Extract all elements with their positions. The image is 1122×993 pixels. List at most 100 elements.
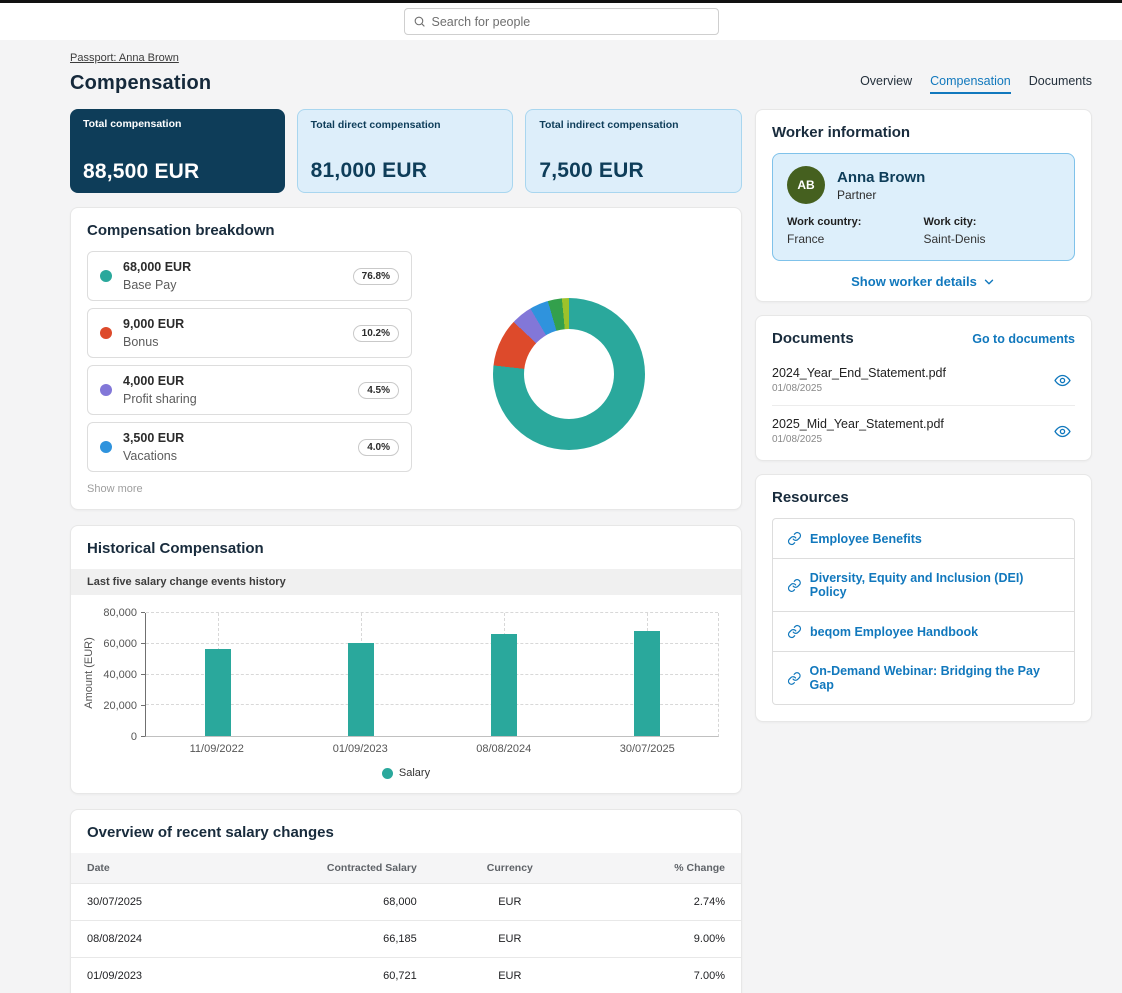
resource-label: beqom Employee Handbook [810,624,979,639]
cell-date: 30/07/2025 [71,883,232,921]
base-pay-dot-icon [100,270,112,282]
table-header-row: Date Contracted Salary Currency % Change [71,853,741,884]
link-icon [787,578,801,592]
documents-card: Documents Go to documents 2024_Year_End_… [755,315,1092,461]
work-city-label: Work city: [923,216,977,228]
chart-y-axis: 0 20,000 40,000 60,000 80,000 [97,607,145,743]
table-row: 01/09/2023 60,721 EUR 7.00% [71,957,741,993]
y-axis-title: Amount (EUR) [83,637,95,709]
app-header [0,3,1122,40]
bonus-dot-icon [100,327,112,339]
document-name: 2024_Year_End_Statement.pdf [772,366,946,380]
tab-overview[interactable]: Overview [860,74,912,94]
legend-item-bonus: 9,000 EUR Bonus 10.2% [87,308,412,358]
worker-info-title: Worker information [772,124,911,141]
work-country-value: France [787,232,825,246]
search-icon [414,16,425,27]
chart-legend: Salary [71,767,741,779]
salary-changes-title: Overview of recent salary changes [87,824,334,841]
cell-change: 2.74% [586,883,741,921]
worker-name: Anna Brown [837,169,926,187]
resources-card: Resources Employee Benefits Diversity, E… [755,474,1092,722]
resource-link-employee-handbook[interactable]: beqom Employee Handbook [773,612,1074,652]
x-tick-label: 08/08/2024 [476,743,532,755]
chart-plot [145,612,719,737]
resource-link-dei-policy[interactable]: Diversity, Equity and Inclusion (DEI) Po… [773,559,1074,612]
tab-compensation[interactable]: Compensation [930,74,1011,94]
cell-change: 7.00% [586,957,741,993]
y-tick-label: 60,000 [103,638,137,650]
col-currency: Currency [486,862,533,874]
document-row: 2025_Mid_Year_Statement.pdf 01/08/2025 [772,406,1075,456]
salary-bar [633,631,660,736]
document-date: 01/08/2025 [772,434,823,445]
page-title: Compensation [70,72,212,94]
search-box[interactable] [403,8,719,35]
legend-amount: 4,000 EUR [123,374,185,388]
stat-label: Total direct compensation [310,119,441,131]
link-icon [787,624,802,639]
resource-label: Employee Benefits [810,531,922,546]
salary-changes-card: Overview of recent salary changes Date C… [70,809,742,993]
stat-value: 7,500 EUR [539,159,644,182]
cell-change: 9.00% [586,920,741,958]
historical-compensation-card: Historical Compensation Last five salary… [70,525,742,794]
salary-bar [490,634,517,736]
view-document-eye-icon[interactable] [1054,423,1075,440]
stat-value: 81,000 EUR [310,159,428,182]
legend-label: Profit sharing [123,392,197,406]
cell-salary: 68,000 [231,883,433,921]
breakdown-title: Compensation breakdown [87,222,275,239]
percent-badge: 4.5% [358,381,399,399]
cell-currency: EUR [432,883,587,921]
salary-bar [347,642,374,736]
view-document-eye-icon[interactable] [1054,372,1075,389]
tab-bar: Overview Compensation Documents [860,74,1092,94]
resource-link-employee-benefits[interactable]: Employee Benefits [773,519,1074,559]
cell-currency: EUR [432,920,587,958]
resource-link-webinar-pay-gap[interactable]: On-Demand Webinar: Bridging the Pay Gap [773,652,1074,704]
total-indirect-compensation-card: Total indirect compensation 7,500 EUR [525,109,743,193]
chevron-down-icon [984,279,994,284]
col-date: Date [87,862,110,874]
legend-label: Bonus [123,335,159,349]
history-title: Historical Compensation [87,540,264,557]
percent-badge: 4.0% [358,438,399,456]
legend-amount: 9,000 EUR [123,317,185,331]
tab-documents[interactable]: Documents [1029,74,1092,94]
stat-label: Total compensation [83,118,182,130]
col-contracted-salary: Contracted Salary [326,862,417,874]
work-city-value: Saint-Denis [923,232,986,246]
breakdown-legend: 68,000 EUR Base Pay 76.8% 9,000 EUR Bonus … [87,251,412,497]
breadcrumb[interactable]: Passport: Anna Brown [70,52,179,64]
legend-item-base-pay: 68,000 EUR Base Pay 76.8% [87,251,412,301]
go-to-documents-link[interactable]: Go to documents [972,332,1075,346]
total-compensation-card: Total compensation 88,500 EUR [70,109,285,193]
legend-label: Base Pay [123,278,177,292]
worker-summary-box: AB Anna Brown Partner Work country: Fran… [772,153,1075,261]
document-name: 2025_Mid_Year_Statement.pdf [772,417,944,431]
cell-currency: EUR [432,957,587,993]
chart-x-axis: 11/09/2022 01/09/2023 08/08/2024 30/07/2025 [145,741,719,759]
percent-badge: 10.2% [352,324,399,342]
resource-label: Diversity, Equity and Inclusion (DEI) Po… [809,571,1024,599]
total-direct-compensation-card: Total direct compensation 81,000 EUR [296,109,514,193]
salary-bar [204,648,231,736]
avatar: AB [787,166,825,204]
profit-sharing-dot-icon [100,384,112,396]
show-more-link[interactable]: Show more [87,483,143,495]
table-row: 30/07/2025 68,000 EUR 2.74% [71,883,741,921]
worker-role: Partner [837,187,877,202]
salary-changes-table: Date Contracted Salary Currency % Change… [71,853,741,993]
salary-legend-label: Salary [398,767,431,779]
resources-list: Employee Benefits Diversity, Equity and … [772,518,1075,705]
resource-label: On-Demand Webinar: Bridging the Pay Gap [809,664,1040,692]
documents-title: Documents [772,330,854,347]
table-row: 08/08/2024 66,185 EUR 9.00% [71,920,741,958]
search-input[interactable] [431,14,710,29]
percent-badge: 76.8% [352,267,399,285]
document-row: 2024_Year_End_Statement.pdf 01/08/2025 [772,355,1075,406]
compensation-breakdown-card: Compensation breakdown 68,000 EUR Base Pa… [70,207,742,510]
legend-amount: 68,000 EUR [123,260,192,274]
show-worker-details-link[interactable]: Show worker details [772,274,1075,289]
